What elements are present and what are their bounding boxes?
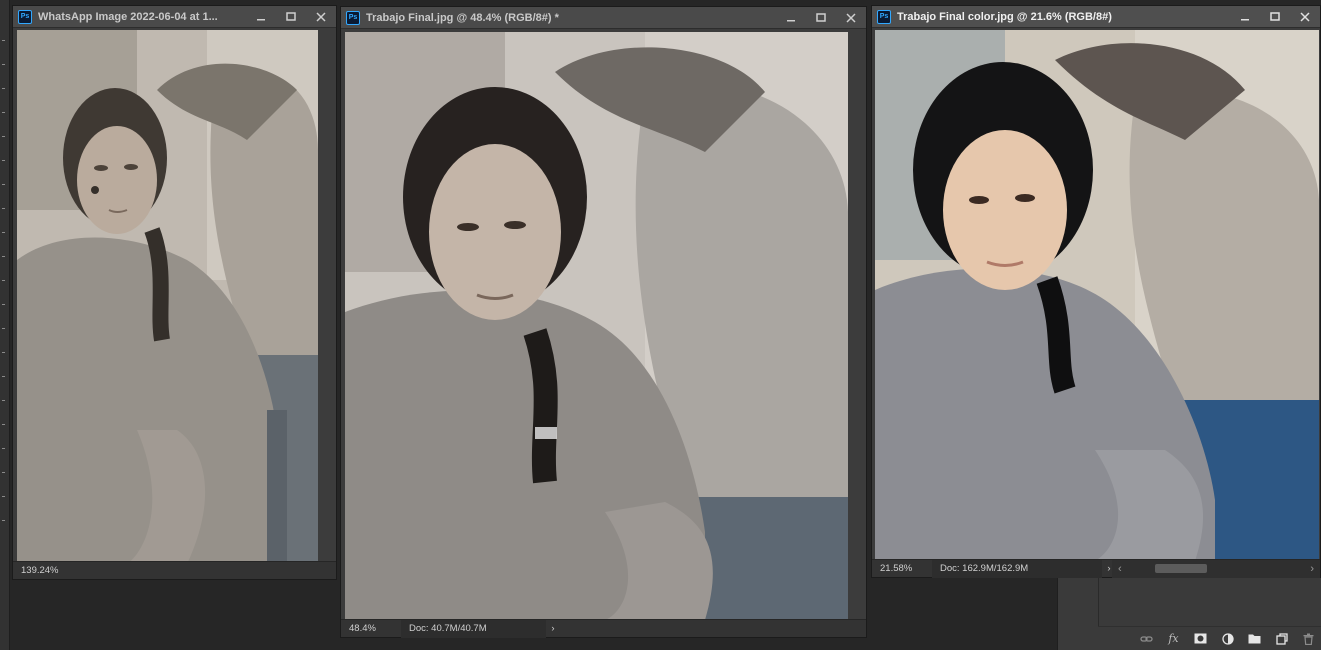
minimize-icon [787, 19, 795, 21]
close-icon [846, 12, 856, 23]
close-button[interactable] [1290, 6, 1320, 28]
panel-tick [2, 496, 5, 497]
folder-icon[interactable] [1248, 632, 1261, 645]
minimize-icon [1241, 18, 1249, 20]
maximize-button[interactable] [1260, 6, 1290, 28]
minimize-icon [257, 18, 265, 20]
link-layers-icon[interactable] [1140, 632, 1153, 645]
photoshop-icon: Ps [18, 9, 32, 24]
panel-tick [2, 136, 5, 137]
horizontal-scrollbar[interactable]: ‹ › [1112, 559, 1320, 578]
image-canvas[interactable] [17, 30, 318, 564]
minimize-button[interactable] [776, 7, 806, 29]
scroll-right-arrow[interactable]: › [1310, 563, 1314, 575]
photo-restored [345, 32, 848, 620]
maximize-icon [1270, 11, 1280, 21]
close-button[interactable] [836, 7, 866, 29]
status-bar: 48.4% Doc: 40.7M/40.7M › [341, 619, 866, 638]
photo-colorized [875, 30, 1319, 561]
panel-tick [2, 520, 5, 521]
zoom-level[interactable]: 21.58% [872, 563, 932, 574]
trash-icon[interactable] [1302, 632, 1315, 645]
panel-tick [2, 88, 5, 89]
zoom-level[interactable]: 48.4% [341, 623, 401, 634]
photo-original [17, 30, 318, 564]
maximize-icon [816, 12, 826, 22]
panel-tick [2, 64, 5, 65]
panel-tick [2, 256, 5, 257]
document-size-info: Doc: 40.7M/40.7M [401, 619, 546, 638]
maximize-button[interactable] [806, 7, 836, 29]
panel-tick [2, 40, 5, 41]
minimize-button[interactable] [246, 6, 276, 28]
photoshop-icon: Ps [346, 10, 360, 25]
document-title-bar[interactable]: Ps Trabajo Final.jpg @ 48.4% (RGB/8#) * [341, 7, 866, 29]
close-icon [316, 11, 326, 22]
close-icon [1300, 11, 1310, 22]
panel-tick [2, 400, 5, 401]
document-title: WhatsApp Image 2022-06-04 at 1... [38, 10, 218, 23]
panel-tick [2, 472, 5, 473]
document-title-bar[interactable]: Ps Trabajo Final color.jpg @ 21.6% (RGB/… [872, 6, 1320, 28]
panel-tick [2, 328, 5, 329]
panel-tick [2, 112, 5, 113]
zoom-level[interactable]: 139.24% [13, 565, 73, 576]
maximize-icon [286, 11, 296, 21]
document-window-color[interactable]: Ps Trabajo Final color.jpg @ 21.6% (RGB/… [871, 5, 1321, 578]
document-window-restored[interactable]: Ps Trabajo Final.jpg @ 48.4% (RGB/8#) * [340, 6, 867, 638]
panel-tick [2, 376, 5, 377]
new-layer-icon[interactable] [1275, 632, 1288, 645]
document-title-bar[interactable]: Ps WhatsApp Image 2022-06-04 at 1... [13, 6, 336, 28]
layers-panel-footer: fx [1098, 626, 1321, 650]
minimize-button[interactable] [1230, 6, 1260, 28]
photoshop-icon: Ps [877, 9, 891, 24]
status-bar: 139.24% [13, 561, 336, 579]
close-button[interactable] [306, 6, 336, 28]
maximize-button[interactable] [276, 6, 306, 28]
image-canvas[interactable] [875, 30, 1319, 561]
scroll-left-arrow[interactable]: ‹ [1118, 563, 1122, 575]
layer-mask-icon[interactable] [1194, 632, 1207, 645]
tools-panel-edge [0, 0, 10, 650]
panel-tick [2, 304, 5, 305]
fx-icon[interactable]: fx [1167, 632, 1180, 645]
panel-tick [2, 160, 5, 161]
panel-tick [2, 232, 5, 233]
document-title: Trabajo Final.jpg @ 48.4% (RGB/8#) * [366, 11, 559, 24]
document-window-original[interactable]: Ps WhatsApp Image 2022-06-04 at 1... 139… [12, 5, 337, 580]
scroll-thumb[interactable] [1155, 563, 1207, 573]
panel-tick [2, 184, 5, 185]
panel-tick [2, 352, 5, 353]
document-title: Trabajo Final color.jpg @ 21.6% (RGB/8#) [897, 10, 1112, 23]
adjustment-layer-icon[interactable] [1221, 632, 1234, 645]
status-menu-arrow[interactable]: › [546, 623, 560, 634]
document-size-info: Doc: 162.9M/162.9M [932, 559, 1102, 578]
status-bar: 21.58% Doc: 162.9M/162.9M › ‹ › [872, 559, 1320, 578]
panel-tick [2, 448, 5, 449]
panel-tick [2, 280, 5, 281]
image-canvas[interactable] [345, 32, 848, 620]
panel-tick [2, 424, 5, 425]
panel-tick [2, 208, 5, 209]
